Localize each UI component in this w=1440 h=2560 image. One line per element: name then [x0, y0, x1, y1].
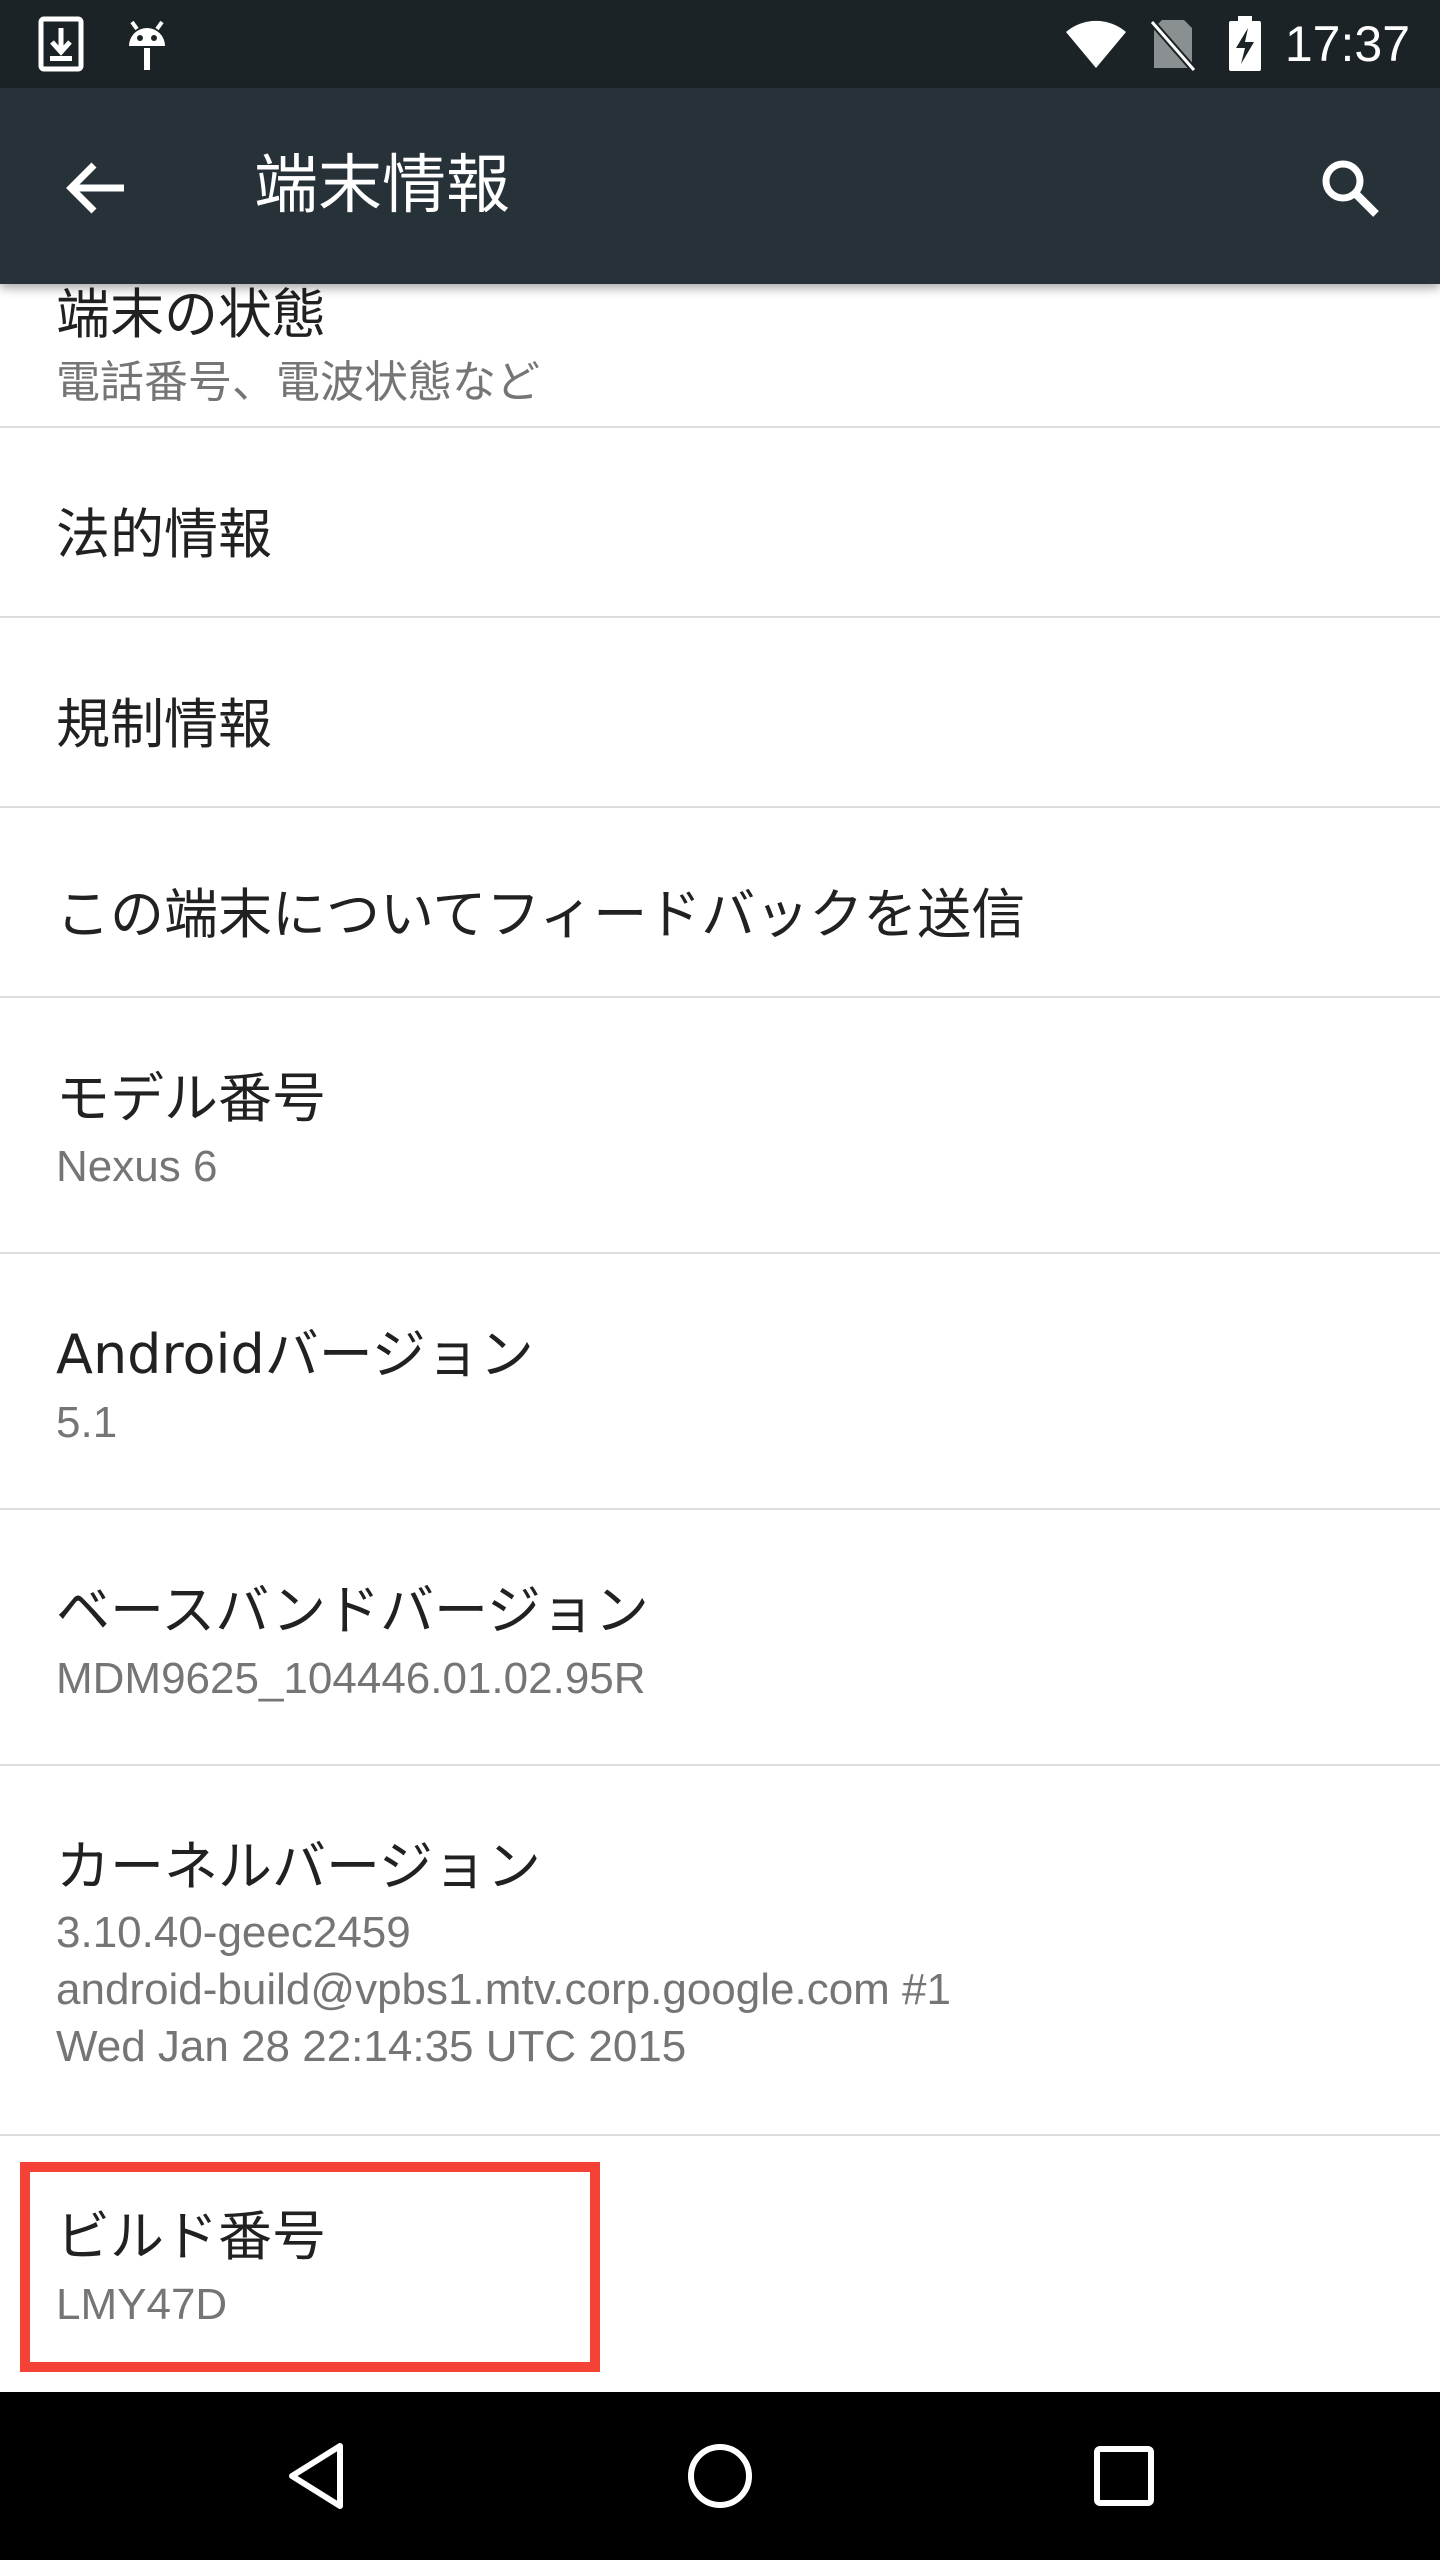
status-bar: 17:37 — [0, 0, 1440, 88]
android-debug-icon — [124, 16, 170, 72]
list-item-build-number[interactable]: ビルド番号 LMY47D — [0, 2136, 1440, 2392]
list-item-secondary: 5.1 — [56, 1398, 118, 1447]
nav-home-button[interactable] — [670, 2426, 770, 2526]
list-item-secondary: 電話番号、電波状態など — [56, 358, 540, 407]
wifi-icon — [1064, 16, 1128, 72]
nav-back-icon — [289, 2443, 343, 2509]
list-item-primary: ビルド番号 — [56, 2205, 326, 2268]
nav-back-button[interactable] — [266, 2426, 366, 2526]
list-item-secondary: MDM9625_104446.01.02.95R — [56, 1654, 646, 1703]
navigation-bar — [0, 2392, 1440, 2560]
page-title: 端末情報 — [254, 149, 510, 223]
status-time: 17:37 — [1284, 16, 1410, 72]
list-item-send-feedback[interactable]: この端末についてフィードバックを送信 — [0, 808, 1440, 998]
nav-recents-icon — [1094, 2446, 1154, 2506]
list-item-primary: ベースバンドバージョン — [56, 1579, 649, 1642]
list-item-primary: カーネルバージョン — [56, 1835, 541, 1898]
search-icon — [1322, 160, 1379, 217]
download-notification-icon — [38, 16, 84, 72]
nav-home-icon — [688, 2444, 752, 2508]
search-button[interactable] — [1300, 138, 1400, 238]
list-item-primary: 規制情報 — [56, 693, 272, 756]
list-item-android-version[interactable]: Androidバージョン 5.1 — [0, 1254, 1440, 1510]
list-item-primary: 法的情報 — [56, 503, 272, 566]
battery-charging-icon — [1228, 16, 1262, 72]
list-item-device-status[interactable]: 端末の状態 電話番号、電波状態など — [0, 284, 1440, 428]
back-button[interactable] — [56, 148, 136, 228]
nav-recents-button[interactable] — [1074, 2426, 1174, 2526]
list-item-regulatory-info[interactable]: 規制情報 — [0, 618, 1440, 808]
list-item-model-number[interactable]: モデル番号 Nexus 6 — [0, 998, 1440, 1254]
app-bar: 端末情報 — [0, 88, 1440, 284]
list-item-primary: 端末の状態 — [56, 284, 326, 346]
list-item-secondary-line: Wed Jan 28 22:14:35 UTC 2015 — [56, 2022, 687, 2071]
list-item-legal-info[interactable]: 法的情報 — [0, 428, 1440, 618]
arrow-back-icon — [66, 162, 124, 214]
list-item-primary: モデル番号 — [56, 1067, 326, 1130]
list-item-primary: Androidバージョン — [56, 1323, 534, 1386]
list-item-baseband-version[interactable]: ベースバンドバージョン MDM9625_104446.01.02.95R — [0, 1510, 1440, 1766]
no-sim-icon — [1150, 16, 1196, 72]
list-item-secondary-line: android-build@vpbs1.mtv.corp.google.com … — [56, 1965, 951, 2014]
list-item-primary: この端末についてフィードバックを送信 — [56, 883, 1026, 946]
list-item-secondary: LMY47D — [56, 2280, 228, 2329]
list-item-secondary-line: 3.10.40-geec2459 — [56, 1908, 411, 1957]
list-item-secondary: Nexus 6 — [56, 1142, 218, 1191]
list-item-kernel-version[interactable]: カーネルバージョン 3.10.40-geec2459 android-build… — [0, 1766, 1440, 2136]
settings-list: 端末の状態 電話番号、電波状態など 法的情報 規制情報 この端末についてフィード… — [0, 284, 1440, 2392]
